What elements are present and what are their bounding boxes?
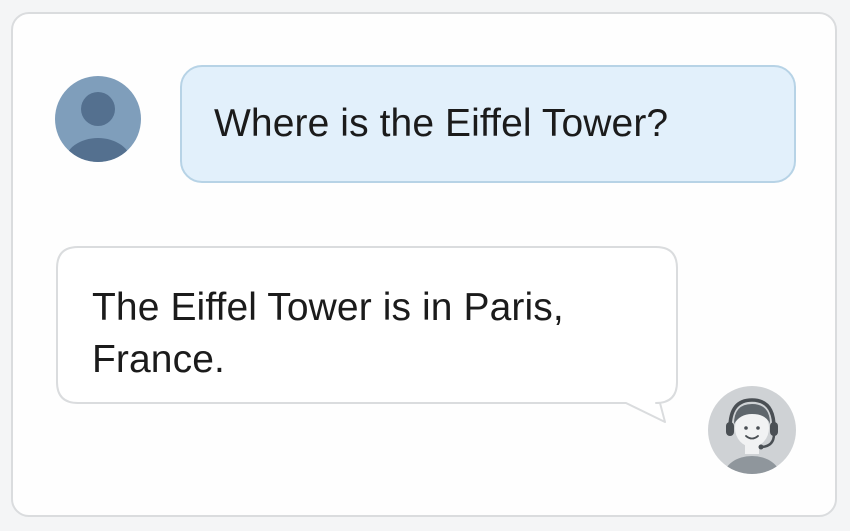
user-avatar-icon (55, 76, 141, 162)
support-agent-headset-icon (708, 386, 796, 474)
agent-message-bubble: The Eiffel Tower is in Paris, France. (56, 246, 680, 426)
user-message-text: Where is the Eiffel Tower? (214, 102, 669, 145)
user-message-bubble: Where is the Eiffel Tower? (180, 65, 796, 183)
agent-message-text: The Eiffel Tower is in Paris, France. (92, 286, 564, 381)
